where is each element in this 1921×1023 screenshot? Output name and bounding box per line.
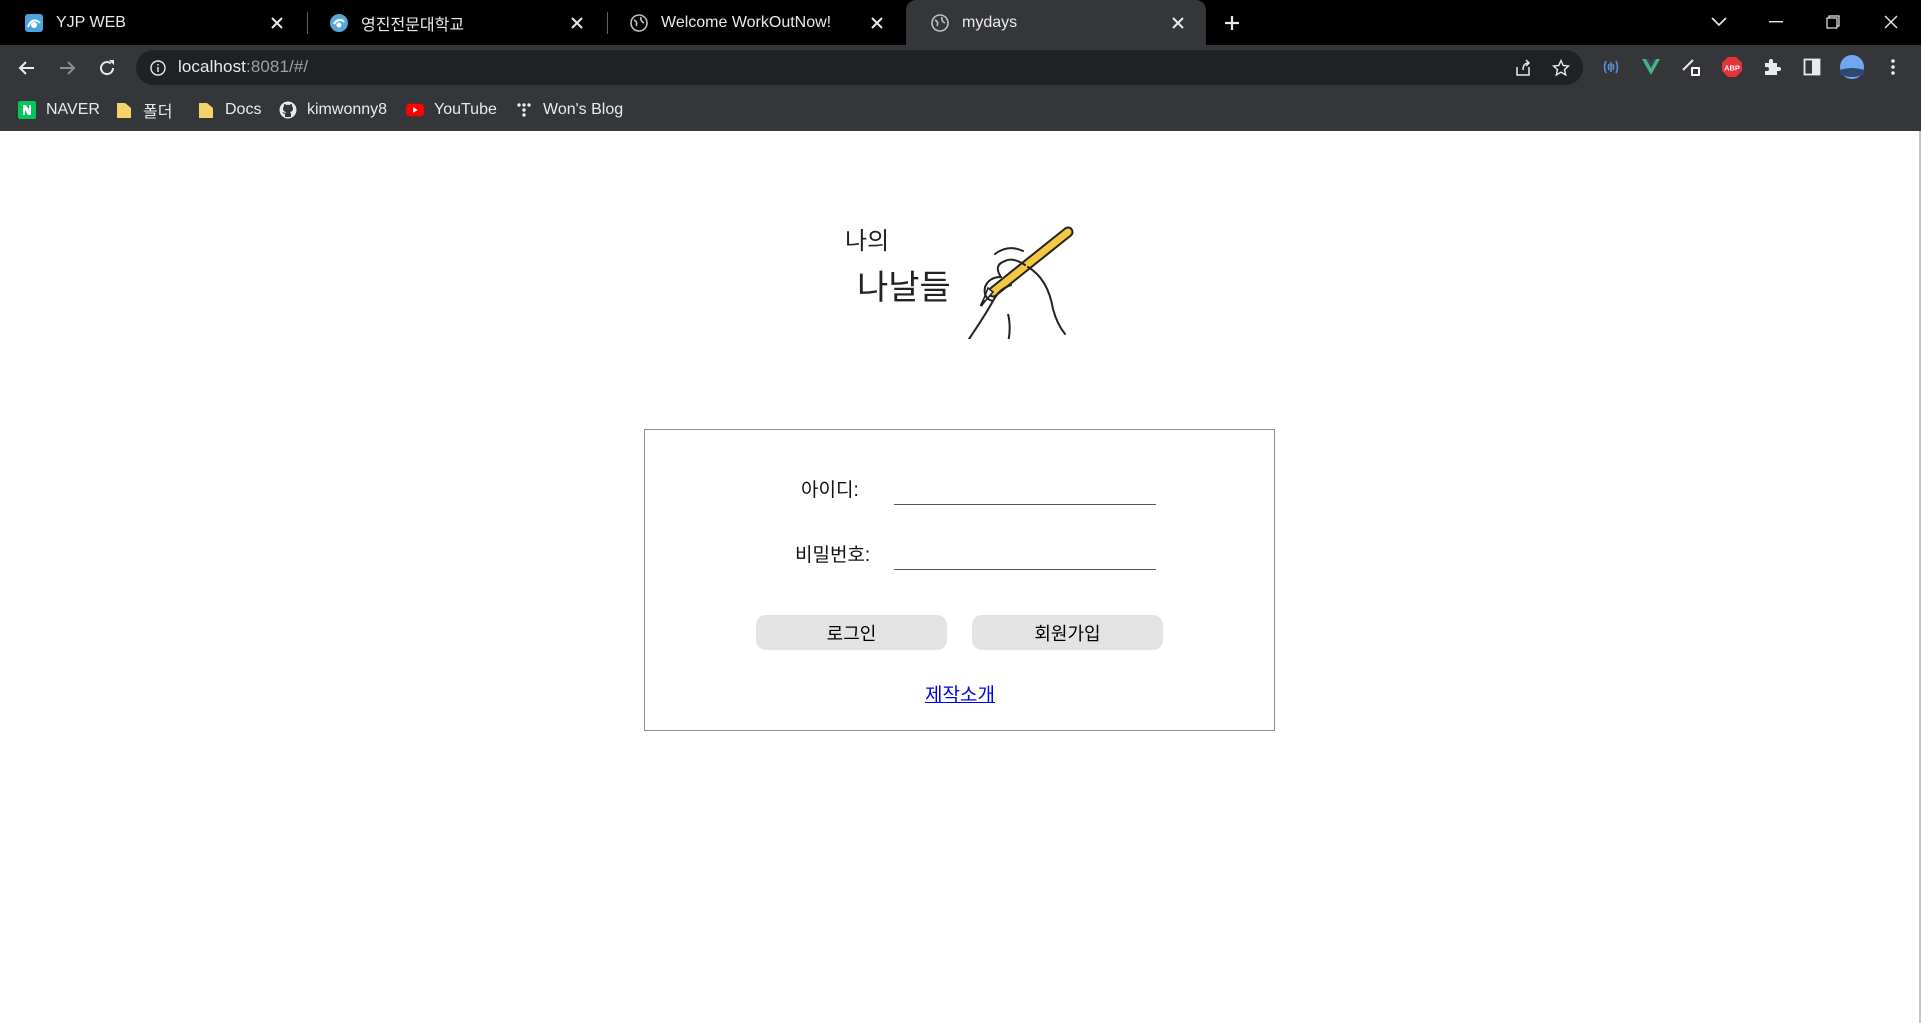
site-info-icon[interactable]: [148, 58, 168, 78]
bookmark-folder[interactable]: 폴더: [115, 99, 172, 121]
url-host: localhost: [178, 57, 246, 76]
new-tab-plus-icon[interactable]: [1220, 11, 1244, 35]
tab-title: mydays: [962, 13, 1018, 31]
bookmark-label: NAVER: [46, 101, 100, 118]
side-panel-icon[interactable]: [1799, 54, 1825, 80]
url-text: localhost:8081/#/: [178, 57, 308, 77]
mydays-logo: 나의 나날들: [833, 209, 1083, 360]
bookmark-label: kimwonny8: [307, 101, 388, 118]
folder-icon: [197, 101, 215, 119]
bookmark-kimwonny8[interactable]: kimwonny8: [279, 99, 387, 121]
id-label: 아이디:: [801, 480, 859, 501]
password-input[interactable]: [894, 541, 1156, 570]
yeungjin-logo-icon: [329, 13, 349, 33]
back-arrow-icon[interactable]: [13, 54, 41, 82]
page-content: 나의 나날들 아이디: 비밀번호: 로그인 회원가입 제작소개: [0, 131, 1921, 1023]
close-icon[interactable]: [867, 13, 887, 33]
tab-title: 영진전문대학교: [361, 16, 465, 34]
url-path: :8081/#/: [246, 57, 309, 76]
globe-icon: [629, 13, 649, 33]
pen-extension-icon[interactable]: [1678, 54, 1704, 80]
adblock-plus-icon[interactable]: ABP: [1719, 54, 1745, 80]
bookmark-naver[interactable]: NAVER: [18, 99, 100, 121]
naver-icon: [18, 101, 36, 119]
puzzle-icon[interactable]: [1759, 54, 1785, 80]
close-icon[interactable]: [1168, 13, 1188, 33]
abp-label: ABP: [1724, 64, 1740, 73]
about-link[interactable]: 제작소개: [925, 680, 995, 707]
globe-icon: [930, 13, 950, 33]
login-button[interactable]: 로그인: [756, 615, 947, 650]
bookmark-youtube[interactable]: YouTube: [406, 99, 497, 121]
close-icon[interactable]: [267, 13, 287, 33]
pencil-hand-icon: [957, 226, 1074, 360]
tab-workoutnow[interactable]: Welcome WorkOutNow!: [605, 0, 905, 45]
reload-icon[interactable]: [93, 54, 121, 82]
restore-icon[interactable]: [1819, 8, 1847, 36]
minimize-icon[interactable]: [1762, 8, 1790, 36]
bookmark-label: YouTube: [434, 101, 497, 118]
tab-strip: YJP WEB 영진전문대학교 Welcome WorkOutNow! myda…: [0, 0, 1921, 45]
close-icon[interactable]: [567, 13, 587, 33]
share-icon[interactable]: [1512, 57, 1534, 79]
tab-search-chevron-icon[interactable]: [1705, 8, 1733, 36]
signup-button[interactable]: 회원가입: [972, 615, 1163, 650]
more-menu-icon[interactable]: [1880, 54, 1906, 80]
tab-yeungjin[interactable]: 영진전문대학교: [305, 0, 605, 45]
address-bar[interactable]: localhost:8081/#/: [136, 50, 1583, 85]
github-icon: [279, 101, 297, 119]
youtube-icon: [406, 101, 424, 119]
bookmark-label: 폴더: [143, 104, 173, 121]
logo-line1: 나의: [845, 227, 889, 255]
broadcast-icon[interactable]: [1598, 54, 1624, 80]
vue-devtools-icon[interactable]: [1638, 54, 1664, 80]
bookmark-label: Docs: [225, 101, 262, 118]
yjp-logo-icon: [24, 13, 44, 33]
tistory-icon: [515, 101, 533, 119]
bookmark-wons-blog[interactable]: Won's Blog: [515, 99, 623, 121]
tab-mydays[interactable]: mydays: [906, 0, 1206, 45]
id-input[interactable]: [894, 476, 1156, 505]
bookmark-star-icon[interactable]: [1550, 57, 1572, 79]
forward-arrow-icon[interactable]: [53, 54, 81, 82]
tab-title: YJP WEB: [56, 13, 126, 31]
browser-toolbar: localhost:8081/#/ ABP: [0, 45, 1921, 90]
tab-title: Welcome WorkOutNow!: [661, 13, 832, 31]
bookmark-docs[interactable]: Docs: [197, 99, 261, 121]
password-label: 비밀번호:: [795, 545, 871, 566]
bookmark-label: Won's Blog: [543, 101, 624, 118]
login-form: 아이디: 비밀번호: 로그인 회원가입 제작소개: [644, 429, 1275, 731]
bookmarks-bar: NAVER 폴더 Docs kimwonny8 YouTube Won's Bl…: [0, 90, 1921, 132]
profile-avatar-icon[interactable]: [1839, 54, 1865, 80]
tab-yjp-web[interactable]: YJP WEB: [0, 0, 305, 45]
logo-line2: 나날들: [857, 268, 951, 308]
folder-icon: [115, 101, 133, 119]
close-window-icon[interactable]: [1877, 8, 1905, 36]
